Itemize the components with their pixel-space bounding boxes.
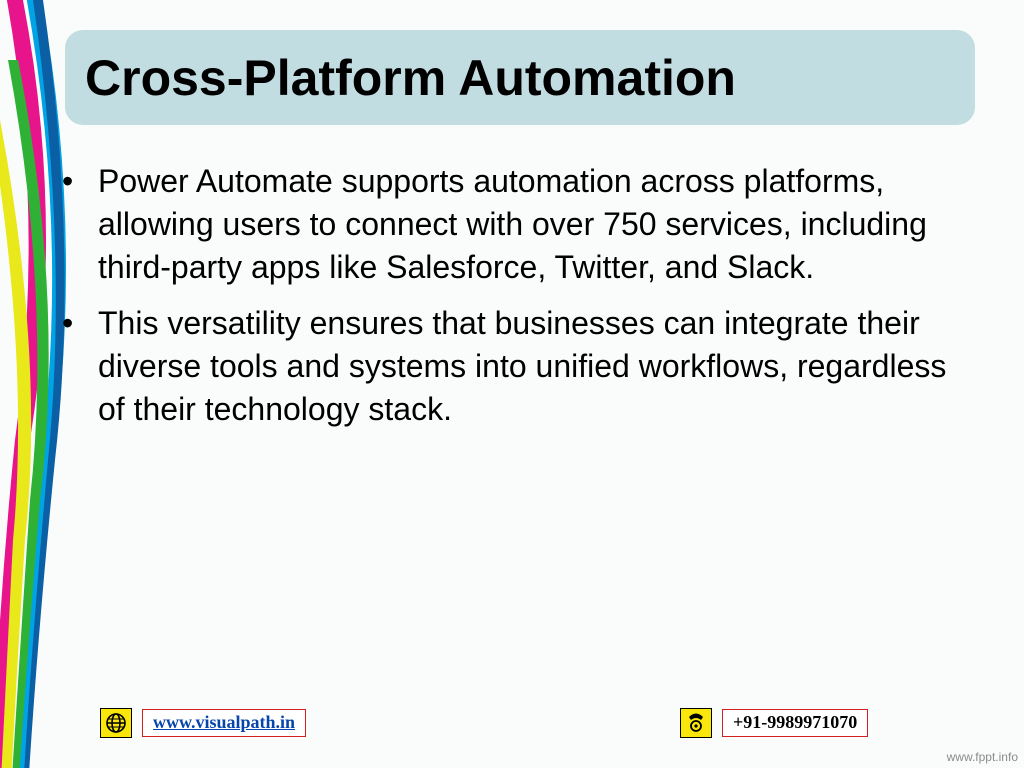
contact-website: www.visualpath.in [100,708,306,738]
phone-number: +91-9989971070 [722,709,868,737]
contact-phone: +91-9989971070 [680,708,868,738]
bullet-list: Power Automate supports automation acros… [40,160,980,431]
slide-footer: www.visualpath.in +91-9989971070 [0,698,1024,738]
list-item: This versatility ensures that businesses… [40,302,980,432]
template-attribution: www.fppt.info [947,750,1018,764]
slide-title-bar: Cross-Platform Automation [65,30,975,125]
phone-icon [680,708,712,738]
list-item: Power Automate supports automation acros… [40,160,980,290]
globe-icon [100,708,132,738]
slide-body: Power Automate supports automation acros… [40,160,980,443]
slide-title: Cross-Platform Automation [85,49,736,107]
website-link[interactable]: www.visualpath.in [142,709,306,737]
